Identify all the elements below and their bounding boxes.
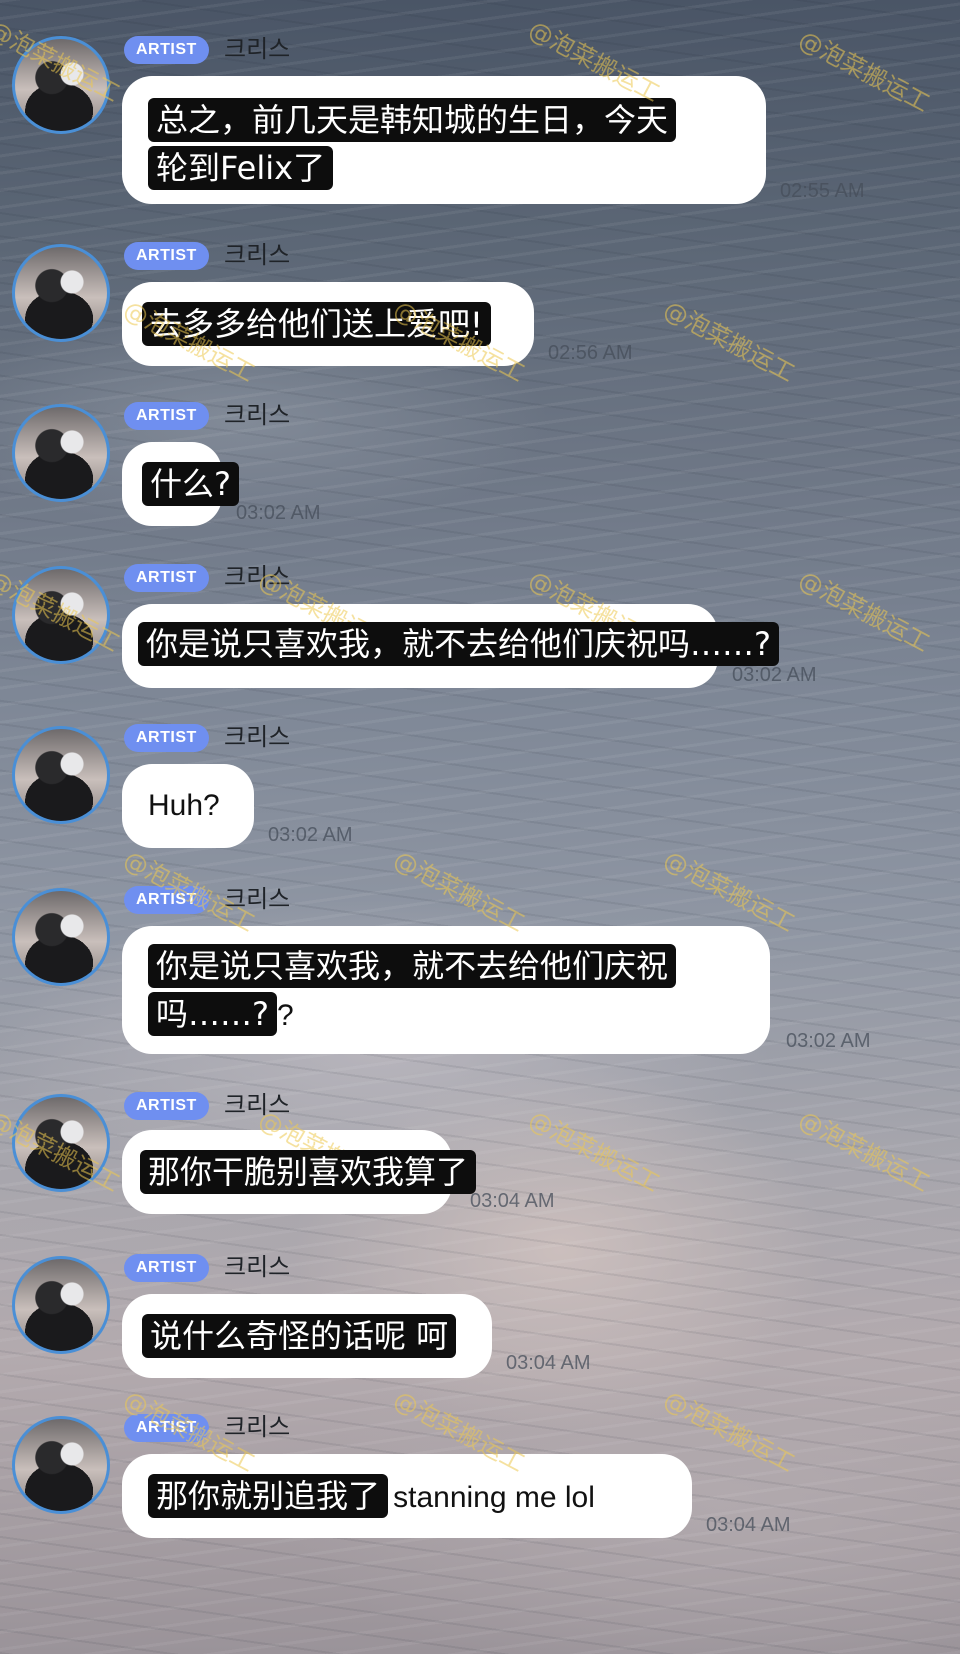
avatar[interactable] — [12, 404, 110, 502]
message-text: Huh? — [148, 789, 220, 822]
message-bubble[interactable]: 那你干脆别喜欢我算了 — [122, 1130, 477, 1214]
message-bubble[interactable]: 什么? — [122, 442, 239, 526]
author-name: 크리스 — [224, 401, 291, 429]
artist-badge: ARTIST — [124, 242, 209, 270]
avatar[interactable] — [12, 244, 110, 342]
artist-badge: ARTIST — [124, 402, 209, 430]
message-text: 那你就别追我了 — [148, 1474, 389, 1518]
timestamp: 03:04 AM — [470, 1190, 555, 1212]
timestamp: 02:55 AM — [780, 180, 865, 202]
message-text: 吗……? — [148, 992, 277, 1036]
timestamp: 03:04 AM — [706, 1514, 791, 1536]
avatar[interactable] — [12, 1416, 110, 1514]
author-name: 크리스 — [224, 1253, 291, 1281]
author-name: 크리스 — [224, 1091, 291, 1119]
message-bubble[interactable]: 你是说只喜欢我，就不去给他们庆祝 吗……?? — [122, 926, 770, 1054]
timestamp: 03:02 AM — [732, 664, 817, 686]
message-bubble[interactable]: Huh? — [122, 764, 254, 848]
avatar[interactable] — [12, 1256, 110, 1354]
message-trailing-text: ? — [277, 999, 294, 1032]
timestamp: 03:02 AM — [268, 824, 353, 846]
message-text: 总之，前几天是韩知城的生日，今天 — [148, 98, 677, 142]
watermark: @泡菜搬运工 — [794, 565, 935, 658]
author-name: 크리스 — [224, 241, 291, 269]
message-bubble[interactable]: 说什么奇怪的话呢 呵 — [122, 1294, 492, 1378]
message-text: 那你干脆别喜欢我算了 — [140, 1150, 477, 1194]
artist-badge: ARTIST — [124, 36, 209, 64]
artist-badge: ARTIST — [124, 1414, 209, 1442]
avatar[interactable] — [12, 566, 110, 664]
timestamp: 03:04 AM — [506, 1352, 591, 1374]
watermark: @泡菜搬运工 — [794, 25, 935, 118]
artist-badge: ARTIST — [124, 886, 209, 914]
watermark: @泡菜搬运工 — [389, 845, 530, 938]
artist-badge: ARTIST — [124, 1254, 209, 1282]
message-text: 轮到Felix了 — [148, 146, 334, 190]
message-trailing-text: stanning me lol — [393, 1481, 595, 1514]
author-name: 크리스 — [224, 885, 291, 913]
avatar[interactable] — [12, 36, 110, 134]
message-bubble[interactable]: 你是说只喜欢我，就不去给他们庆祝吗……? — [122, 604, 779, 688]
artist-badge: ARTIST — [124, 724, 209, 752]
timestamp: 03:02 AM — [786, 1030, 871, 1052]
message-text: 说什么奇怪的话呢 呵 — [142, 1314, 457, 1358]
message-bubble[interactable]: 总之，前几天是韩知城的生日，今天 轮到Felix了 — [122, 76, 766, 204]
avatar[interactable] — [12, 726, 110, 824]
avatar[interactable] — [12, 888, 110, 986]
watermark: @泡菜搬运工 — [659, 295, 800, 388]
message-text: 什么? — [142, 462, 239, 506]
author-name: 크리스 — [224, 1413, 291, 1441]
watermark: @泡菜搬运工 — [794, 1105, 935, 1198]
watermark: @泡菜搬运工 — [524, 1105, 665, 1198]
watermark: @泡菜搬运工 — [659, 845, 800, 938]
message-text: 你是说只喜欢我，就不去给他们庆祝吗……? — [138, 622, 779, 666]
avatar[interactable] — [12, 1094, 110, 1192]
artist-badge: ARTIST — [124, 564, 209, 592]
timestamp: 02:56 AM — [548, 342, 633, 364]
author-name: 크리스 — [224, 723, 291, 751]
message-bubble[interactable]: 那你就别追我了 stanning me lol — [122, 1454, 692, 1538]
author-name: 크리스 — [224, 35, 291, 63]
timestamp: 03:02 AM — [236, 502, 321, 524]
message-text: 去多多给他们送上爱吧! — [142, 302, 491, 346]
message-text: 你是说只喜欢我，就不去给他们庆祝 — [148, 944, 677, 988]
message-bubble[interactable]: 去多多给他们送上爱吧! — [122, 282, 534, 366]
author-name: 크리스 — [224, 563, 291, 591]
artist-badge: ARTIST — [124, 1092, 209, 1120]
